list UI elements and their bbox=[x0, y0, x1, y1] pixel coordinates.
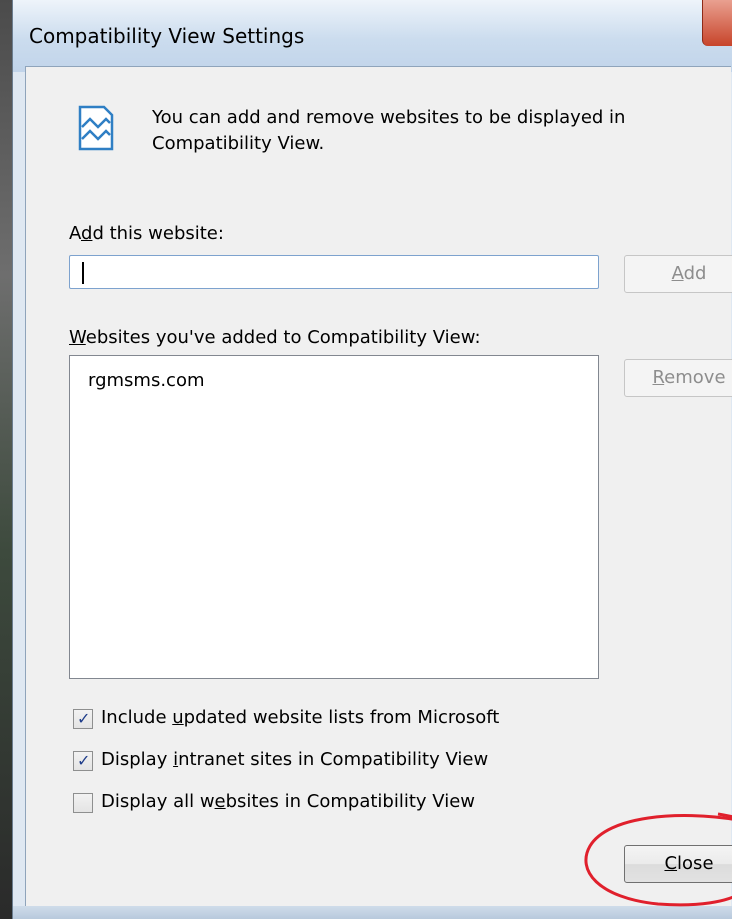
info-message: You can add and remove websites to be di… bbox=[152, 107, 626, 154]
include-updated-lists-label[interactable]: Include updated website lists from Micro… bbox=[101, 707, 499, 728]
compatibility-view-icon bbox=[78, 105, 114, 151]
dialog-window: Compatibility View Settings You can add … bbox=[12, 0, 732, 919]
desktop-background-edge bbox=[0, 0, 12, 919]
display-intranet-checkbox[interactable]: ✓ bbox=[73, 751, 93, 771]
window-title: Compatibility View Settings bbox=[29, 24, 305, 48]
add-website-input[interactable] bbox=[69, 255, 599, 289]
display-all-websites-checkbox[interactable] bbox=[73, 793, 93, 813]
include-updated-lists-checkbox[interactable]: ✓ bbox=[73, 709, 93, 729]
remove-button[interactable]: Remove bbox=[624, 359, 732, 397]
display-all-websites-label[interactable]: Display all websites in Compatibility Vi… bbox=[101, 791, 475, 812]
title-bar[interactable]: Compatibility View Settings bbox=[13, 0, 732, 72]
checkmark-icon: ✓ bbox=[77, 709, 91, 728]
text-caret bbox=[82, 262, 84, 284]
window-bottom-frame bbox=[13, 906, 732, 919]
list-item[interactable]: rgmsms.com bbox=[88, 370, 205, 391]
checkmark-icon: ✓ bbox=[77, 751, 91, 770]
websites-list-label: Websites you've added to Compatibility V… bbox=[69, 327, 481, 348]
dialog-body: You can add and remove websites to be di… bbox=[25, 66, 732, 908]
add-button[interactable]: Add bbox=[624, 255, 732, 293]
display-intranet-label[interactable]: Display intranet sites in Compatibility … bbox=[101, 749, 488, 770]
close-button[interactable]: Close bbox=[624, 845, 732, 883]
window-close-icon[interactable] bbox=[702, 0, 732, 46]
add-website-label: Add this website: bbox=[69, 223, 224, 244]
websites-list[interactable]: rgmsms.com bbox=[69, 355, 599, 679]
